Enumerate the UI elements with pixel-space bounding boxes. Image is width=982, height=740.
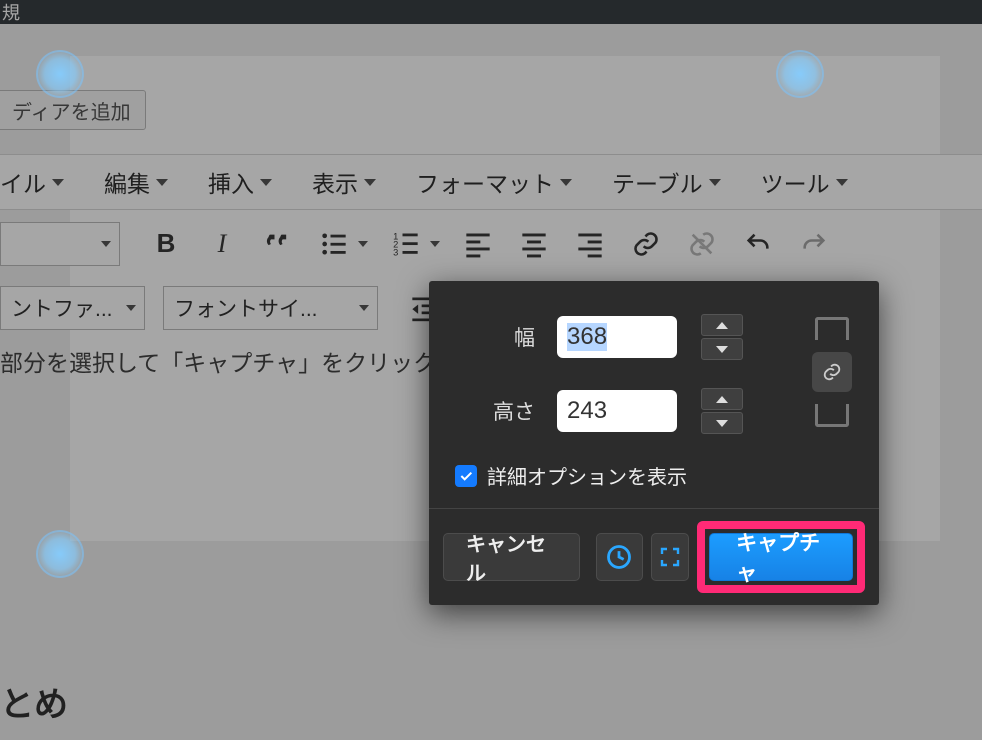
width-label: 幅	[455, 322, 535, 352]
triangle-down-icon	[716, 346, 728, 353]
width-value: 368	[567, 323, 607, 351]
capture-button[interactable]: キャプチャ	[709, 533, 853, 581]
height-step-down[interactable]	[701, 412, 743, 434]
fullscreen-button[interactable]	[651, 533, 689, 581]
advanced-options-checkbox[interactable]	[455, 465, 477, 487]
cancel-label: キャンセル	[466, 528, 557, 586]
fullscreen-icon	[658, 545, 682, 569]
width-step-down[interactable]	[701, 338, 743, 360]
width-input[interactable]: 368	[557, 316, 677, 358]
aspect-lock-column	[809, 317, 855, 427]
timer-button[interactable]	[596, 533, 643, 581]
capture-dialog: 幅 368 高さ 243	[429, 281, 879, 605]
advanced-options-label: 詳細オプションを表示	[487, 461, 687, 490]
triangle-up-icon	[716, 396, 728, 403]
cancel-button[interactable]: キャンセル	[443, 533, 580, 581]
checkmark-icon	[458, 468, 474, 484]
capture-label: キャプチャ	[736, 527, 826, 587]
height-label: 高さ	[455, 396, 535, 426]
highlight-annotation: キャプチャ	[697, 521, 865, 593]
clock-icon	[605, 543, 633, 571]
height-step-up[interactable]	[701, 388, 743, 410]
triangle-down-icon	[716, 420, 728, 427]
triangle-up-icon	[716, 322, 728, 329]
width-step-up[interactable]	[701, 314, 743, 336]
height-value: 243	[567, 397, 607, 425]
link-icon	[821, 361, 843, 383]
height-input[interactable]: 243	[557, 390, 677, 432]
capture-dialog-footer: キャンセル キャプチャ	[429, 508, 879, 605]
height-stepper	[701, 387, 743, 435]
width-stepper	[701, 313, 743, 361]
aspect-lock-button[interactable]	[812, 352, 852, 392]
